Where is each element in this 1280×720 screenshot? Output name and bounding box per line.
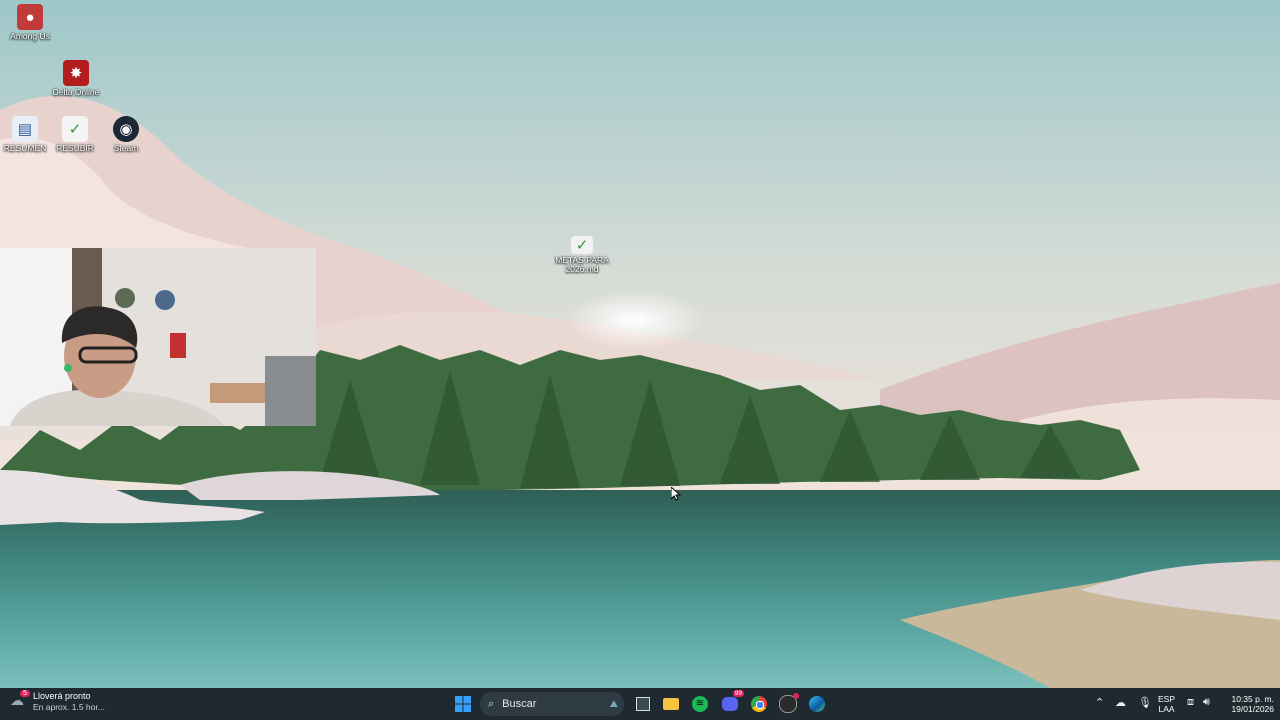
taskbar: ☁ 5 Lloverá pronto En aprox. 1.5 hor... … [0,688,1280,720]
discord-icon [722,697,738,711]
weather-subtitle: En aprox. 1.5 hor... [33,702,105,712]
windows-start-icon [455,696,471,712]
among-us-icon: ● [17,4,43,30]
start-button[interactable] [451,692,475,716]
microphone-icon[interactable]: 🎙︎ [1138,696,1152,709]
steam-icon: ◉ [113,116,139,142]
weather-title: Lloverá pronto [33,691,91,701]
github-icon [779,693,799,713]
discord-button[interactable]: 99 [718,690,744,716]
weather-badge: 5 [20,690,30,697]
spotify-button[interactable]: ≋ [688,692,712,716]
edge-button[interactable] [805,692,829,716]
desktop-icon-steam[interactable]: ◉ Steam [96,116,156,153]
desktop-wallpaper: ● Among Us ✸ Delta Online ▤ RESUMEN ✓ RE… [0,0,1280,688]
mouse-cursor-icon [671,487,681,501]
task-view-icon [636,697,650,711]
weather-icon: ☁ 5 [10,690,30,712]
search-highlight-icon: ⛰ [609,698,618,710]
edge-icon [809,696,825,712]
webcam-feed-image [0,248,316,426]
desktop-icon-delta-online[interactable]: ✸ Delta Online [46,60,106,97]
network-icon[interactable]: ⧈ [1187,696,1194,709]
search-input[interactable]: ⌕ Buscar ⛰ [480,692,624,716]
show-hidden-icons-chevron-icon[interactable]: ⌃ [1095,696,1104,709]
search-icon: ⌕ [488,697,495,710]
clock[interactable]: 10:35 p. m. 19/01/2026 [1222,694,1274,714]
language-indicator[interactable]: ESP LAA [1158,694,1175,714]
delta-online-icon: ✸ [63,60,89,86]
spotify-icon: ≋ [692,696,708,712]
clock-time: 10:35 p. m. [1231,694,1274,704]
document-icon: ✓ [62,116,88,142]
desktop-icon-among-us[interactable]: ● Among Us [0,4,60,41]
search-placeholder: Buscar [502,698,537,710]
onedrive-cloud-icon[interactable]: ☁ [1115,696,1126,709]
github-button[interactable] [776,692,800,716]
weather-widget[interactable]: ☁ 5 Lloverá pronto En aprox. 1.5 hor... [10,690,105,713]
webcam-overlay [0,248,316,426]
file-explorer-icon [663,698,679,710]
task-view-button[interactable] [631,692,655,716]
clock-date: 19/01/2026 [1231,704,1274,714]
markdown-file-icon: ✓ [571,236,593,254]
desktop-icon-metas-2026[interactable]: ✓ METAS PARA 2026.md [552,236,612,274]
discord-badge: 99 [732,690,744,697]
chrome-button[interactable] [747,692,771,716]
chrome-icon [751,696,767,712]
file-explorer-button[interactable] [659,692,683,716]
volume-icon[interactable]: 🔊︎ [1203,696,1210,709]
document-icon: ▤ [12,116,38,142]
